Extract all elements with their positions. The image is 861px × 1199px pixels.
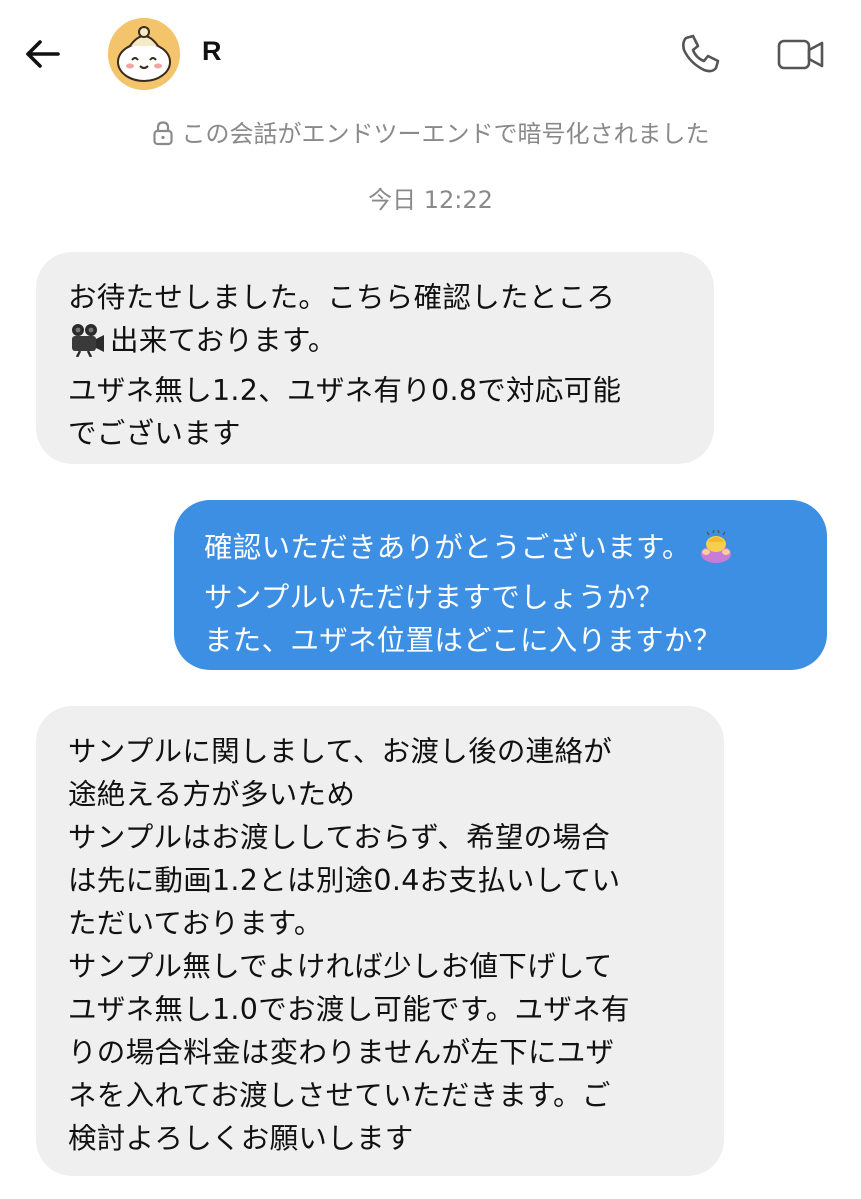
message-line: また、ユザネ位置はどこに入りますか？ [204,624,722,657]
incoming-message[interactable]: お待たせしました。こちら確認したところ 出来ております。 ユザネ無し1.2、ユザ… [36,252,714,464]
message-line: ユザネ無し1.2、ユザネ有り0.8で対応可能 [68,374,622,407]
message-line: は先に動画1.2とは別途0.4お支払いしてい [68,864,621,897]
message-line: ネを入れてお渡しさせていただきます。ご [68,1079,611,1112]
incoming-message[interactable]: サンプルに関しまして、お渡し後の連絡が 途絶える方が多いため サンプルはお渡しし… [36,706,724,1176]
date-separator: 今日 12:22 [368,186,493,214]
person-bowing-emoji [699,529,733,576]
video-call-button[interactable] [776,34,826,74]
message-line: サンプル無しでよければ少しお値下げして [68,950,613,983]
back-button[interactable] [22,34,62,74]
movie-camera-emoji [68,323,106,369]
video-camera-icon [777,39,824,70]
contact-name[interactable]: R [202,36,222,67]
message-line: お待たせしました。こちら確認したところ [68,281,616,314]
message-line: 途絶える方が多いため [68,778,356,811]
message-line: サンプルいただけますでしょうか？ [204,581,665,614]
phone-icon [682,34,720,73]
message-line: 出来ております。 [68,319,684,369]
arrow-left-icon [26,40,60,68]
message-line: サンプルはお渡ししておらず、希望の場合 [68,821,611,854]
message-line: 確認いただきありがとうございます。 [204,526,799,576]
voice-call-button[interactable] [676,30,724,78]
message-line: ただいております。 [68,907,323,940]
avatar[interactable] [108,18,180,90]
lock-icon [152,121,173,146]
message-line: ユザネ無し1.0でお渡し可能です。ユザネ有 [68,993,630,1026]
outgoing-message[interactable]: 確認いただきありがとうございます。 サンプルいただけますでしょうか？ また、ユザ… [174,500,827,670]
message-line: でございます [68,417,241,450]
chat-header: R [0,0,861,110]
cartoon-mascot-avatar [108,18,180,90]
encryption-notice-text: この会話がエンドツーエンドで暗号化されました [181,120,710,148]
message-line: 検討よろしくお願いします [68,1122,414,1155]
message-line: りの場合料金は変わりませんが左下にユザ [68,1036,615,1069]
message-line: サンプルに関しまして、お渡し後の連絡が [68,735,613,768]
encryption-notice[interactable]: この会話がエンドツーエンドで暗号化されました [0,114,861,154]
